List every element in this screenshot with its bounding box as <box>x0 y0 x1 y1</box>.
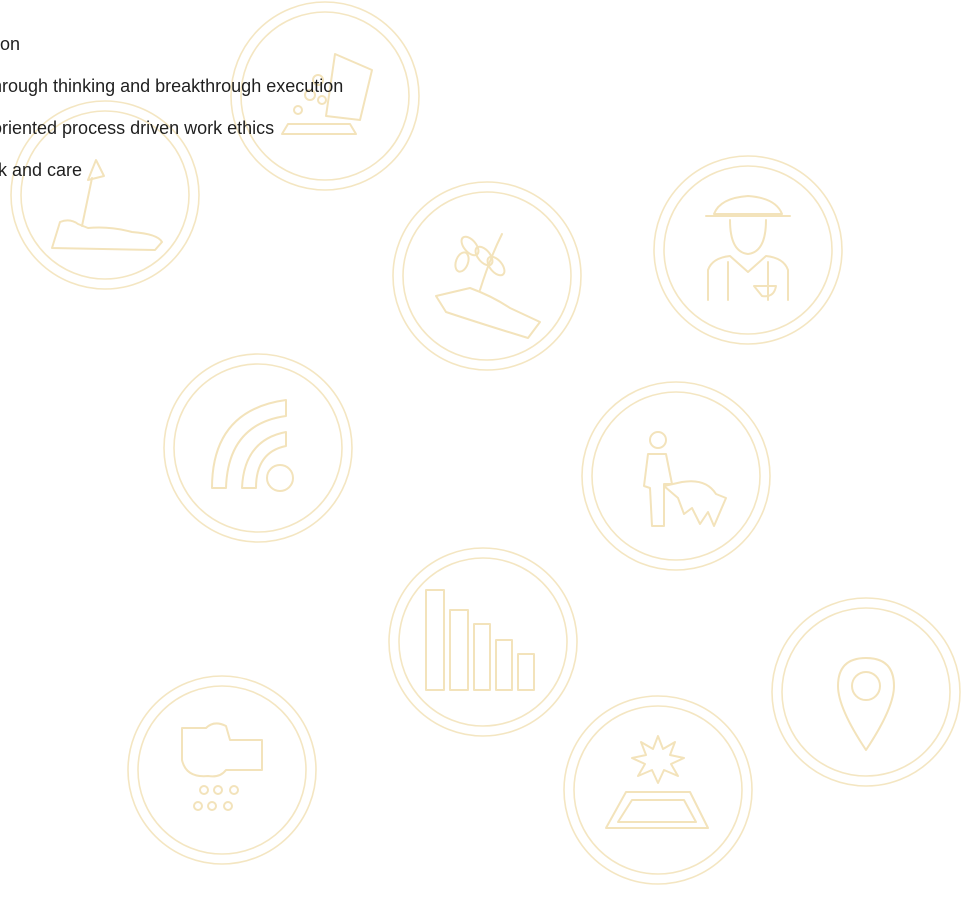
sunlight-on-field-icon <box>563 695 753 885</box>
signal-icon <box>163 353 353 543</box>
location-pin-icon <box>771 597 961 787</box>
farmer-icon <box>653 155 843 345</box>
person-with-livestock-icon <box>581 381 771 571</box>
text-line-1: on <box>0 34 21 54</box>
soil-with-rain-icon <box>127 675 317 865</box>
text-line-2: hrough thinking and breakthrough executi… <box>0 76 344 96</box>
bar-graph-icon <box>388 547 578 737</box>
text-line-3: oriented process driven work ethics <box>0 118 275 138</box>
wheat-in-hand-icon <box>392 181 582 371</box>
text-line-4: k and care <box>0 160 83 180</box>
